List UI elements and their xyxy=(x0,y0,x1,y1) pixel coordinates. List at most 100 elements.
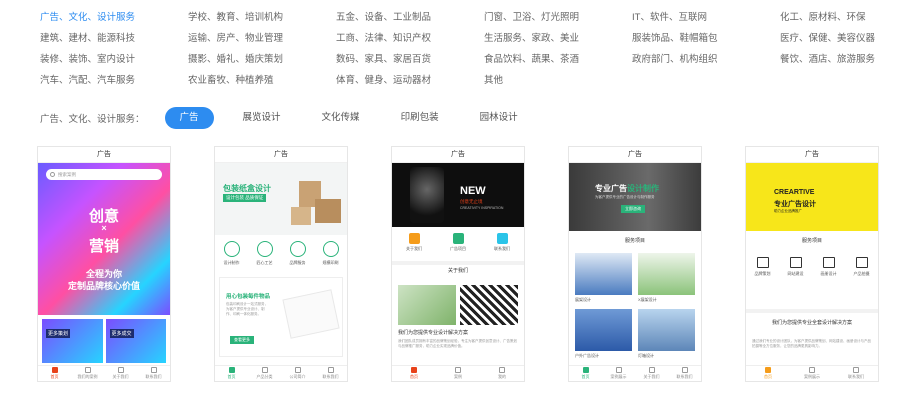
tab-label: 首页 xyxy=(410,374,418,379)
hero-title: 包装纸盒设计 xyxy=(223,184,271,193)
hero-banner: 专业广告设计制作 为客户提供专业的广告设计与制作服务 立即咨询 xyxy=(569,163,701,231)
box-image xyxy=(315,199,341,223)
promo-label: 更多策划 xyxy=(46,329,71,338)
category-link[interactable]: 农业畜牧、种植养殖 xyxy=(188,75,336,87)
divider xyxy=(746,309,878,313)
template-card[interactable]: 广告 NEW 创意无止境 CREATIVITY INSPIRATION 关于我们… xyxy=(391,146,525,382)
category-link[interactable]: 政府部门、机构组织 xyxy=(632,54,780,66)
category-link[interactable]: 门窗、卫浴、灯光照明 xyxy=(484,12,632,24)
hero-caption: CREATIVITY INSPIRATION xyxy=(460,206,504,210)
tab-label: 案例 xyxy=(454,374,462,379)
feature-label: 设计制作 xyxy=(223,260,240,265)
category-link[interactable]: 运输、房产、物业管理 xyxy=(188,33,336,45)
service-label: 灯箱设计 xyxy=(638,353,654,358)
tab-label: 案例展示 xyxy=(610,374,627,379)
tab-label: 联系我们 xyxy=(322,374,339,379)
category-link[interactable]: 餐饮、酒店、旅游服务 xyxy=(780,54,910,66)
promo-boxes: 更多策划 更多成交 xyxy=(42,319,166,363)
section-heading: 我们为您提供专业设计解决方案 xyxy=(398,330,469,336)
category-link[interactable]: 服装饰品、鞋帽箱包 xyxy=(632,33,780,45)
hero-title: 专业广告设计制作 xyxy=(595,183,659,194)
category-link[interactable]: 摄影、婚礼、婚庆策划 xyxy=(188,54,336,66)
service-label: 产品拍摄 xyxy=(853,271,870,276)
about-icon xyxy=(117,367,124,373)
feature-item: 规模印刷 xyxy=(322,241,339,266)
category-link[interactable]: 数码、家具、家居百货 xyxy=(336,54,484,66)
tab-label: 首页 xyxy=(227,374,236,379)
promo-box: 更多成交 xyxy=(105,319,166,363)
service-image xyxy=(575,253,632,295)
intro-panel: 用心包装每件物品 包装印刷设计一站式服务，为客户提供专业设计、制作、印刷一体化服… xyxy=(219,277,343,357)
filter-pill-ad[interactable]: 广告 xyxy=(164,107,214,129)
template-card[interactable]: 广告 专业广告设计制作 为客户提供专业的广告设计与制作服务 立即咨询 服务项目 … xyxy=(568,146,702,382)
consult-button: 立即咨询 xyxy=(621,205,645,213)
service-item: 灯箱设计 xyxy=(638,309,695,359)
card-title: 广告 xyxy=(215,147,347,163)
feature-label: 联系我们 xyxy=(494,246,510,251)
hero-title-highlight: 设计制作 xyxy=(627,184,659,193)
section-title: 服务项目 xyxy=(801,238,822,244)
craft-icon xyxy=(256,241,273,257)
service-image xyxy=(638,253,695,295)
tab-bar: 首页 产品分类 公司简介 联系我们 xyxy=(215,365,347,381)
category-link[interactable]: 五金、设备、工业制品 xyxy=(336,12,484,24)
template-card[interactable]: 广告 搜索案例 创意 × 营销 全程为你 定制品牌核心价值 更多策划 更多成交 … xyxy=(37,146,171,382)
divider xyxy=(392,261,524,265)
category-link[interactable]: 广告、文化、设计服务 xyxy=(40,12,188,24)
about-icon xyxy=(408,233,420,244)
category-link[interactable]: 装修、装饰、室内设计 xyxy=(40,54,188,66)
hero-subtitle: 创意无止境 xyxy=(460,199,483,204)
category-link[interactable]: 汽车、汽配、汽车服务 xyxy=(40,75,188,87)
filter-pill-exhibition[interactable]: 展览设计 xyxy=(231,107,293,129)
tab-home: 首页 xyxy=(569,366,602,381)
search-icon xyxy=(50,172,55,177)
category-link[interactable]: 生活服务、家政、美业 xyxy=(484,33,632,45)
category-link[interactable]: 学校、教育、培训机构 xyxy=(188,12,336,24)
monitor-icon xyxy=(789,257,802,268)
filter-pill-garden[interactable]: 园林设计 xyxy=(468,107,530,129)
tab-mine: 我的 xyxy=(480,366,524,381)
service-label: 画册设计 xyxy=(820,271,837,276)
product-image xyxy=(282,289,340,339)
category-link[interactable]: 体育、健身、运动器材 xyxy=(336,75,484,87)
feature-icons: 关于我们 广告项目 联系我们 xyxy=(392,233,524,252)
template-card[interactable]: 广告 包装纸盒设计 设计包装 品质保证 设计制作 匠心工艺 品牌服务 规模印刷 … xyxy=(214,146,348,382)
phone-icon xyxy=(327,367,334,373)
hero-title: NEW xyxy=(460,185,486,197)
filter-pill-media[interactable]: 文化传媒 xyxy=(310,107,372,129)
category-link[interactable]: 食品饮料、蔬果、茶酒 xyxy=(484,54,632,66)
home-icon xyxy=(582,367,589,373)
hero-banner: 搜索案例 创意 × 营销 全程为你 定制品牌核心价值 xyxy=(38,163,170,315)
tab-bar: 首页 案例展示 联系我们 xyxy=(746,365,878,381)
grid-icon xyxy=(615,367,622,373)
design-icon xyxy=(223,241,240,257)
hero-banner: 包装纸盒设计 设计包装 品质保证 xyxy=(215,163,347,235)
tab-cases: 案例展示 xyxy=(602,366,635,381)
service-item: 展架设计 xyxy=(575,253,632,303)
feature-item: 匠心工艺 xyxy=(256,241,273,266)
category-link[interactable]: 医疗、保健、美容仪器 xyxy=(780,33,910,45)
tab-home: 首页 xyxy=(392,366,436,381)
tab-label: 关于我们 xyxy=(643,374,660,379)
service-item: X展架设计 xyxy=(638,253,695,303)
tab-home: 首页 xyxy=(746,366,790,381)
hero-line: 定制品牌核心价值 xyxy=(67,281,140,291)
tab-cases: 案例 xyxy=(436,366,480,381)
promo-box: 更多策划 xyxy=(42,319,103,363)
phone-icon xyxy=(853,367,859,373)
category-link[interactable]: IT、软件、互联网 xyxy=(632,12,780,24)
category-link[interactable]: 其他 xyxy=(484,75,632,87)
category-link[interactable]: 化工、原材料、环保 xyxy=(780,12,910,24)
phone-preview: 搜索案例 创意 × 营销 全程为你 定制品牌核心价值 更多策划 更多成交 xyxy=(38,163,170,365)
service-label: 网站建设 xyxy=(787,271,804,276)
service-label: 品牌策划 xyxy=(754,271,771,276)
category-link[interactable]: 建筑、建材、能源科技 xyxy=(40,33,188,45)
tab-company: 公司简介 xyxy=(281,366,314,381)
tab-label: 联系我们 xyxy=(676,374,693,379)
service-grid: 展架设计 X展架设计 户外广告设计 灯箱设计 xyxy=(575,253,695,359)
template-card[interactable]: 广告 CREARTIVE 专业广告设计 助力企业品牌推广 服务项目 品牌策划 网… xyxy=(745,146,879,382)
feature-label: 关于我们 xyxy=(406,246,422,251)
home-icon xyxy=(411,367,417,373)
filter-pill-printing[interactable]: 印刷包装 xyxy=(389,107,451,129)
category-link[interactable]: 工商、法律、知识产权 xyxy=(336,33,484,45)
